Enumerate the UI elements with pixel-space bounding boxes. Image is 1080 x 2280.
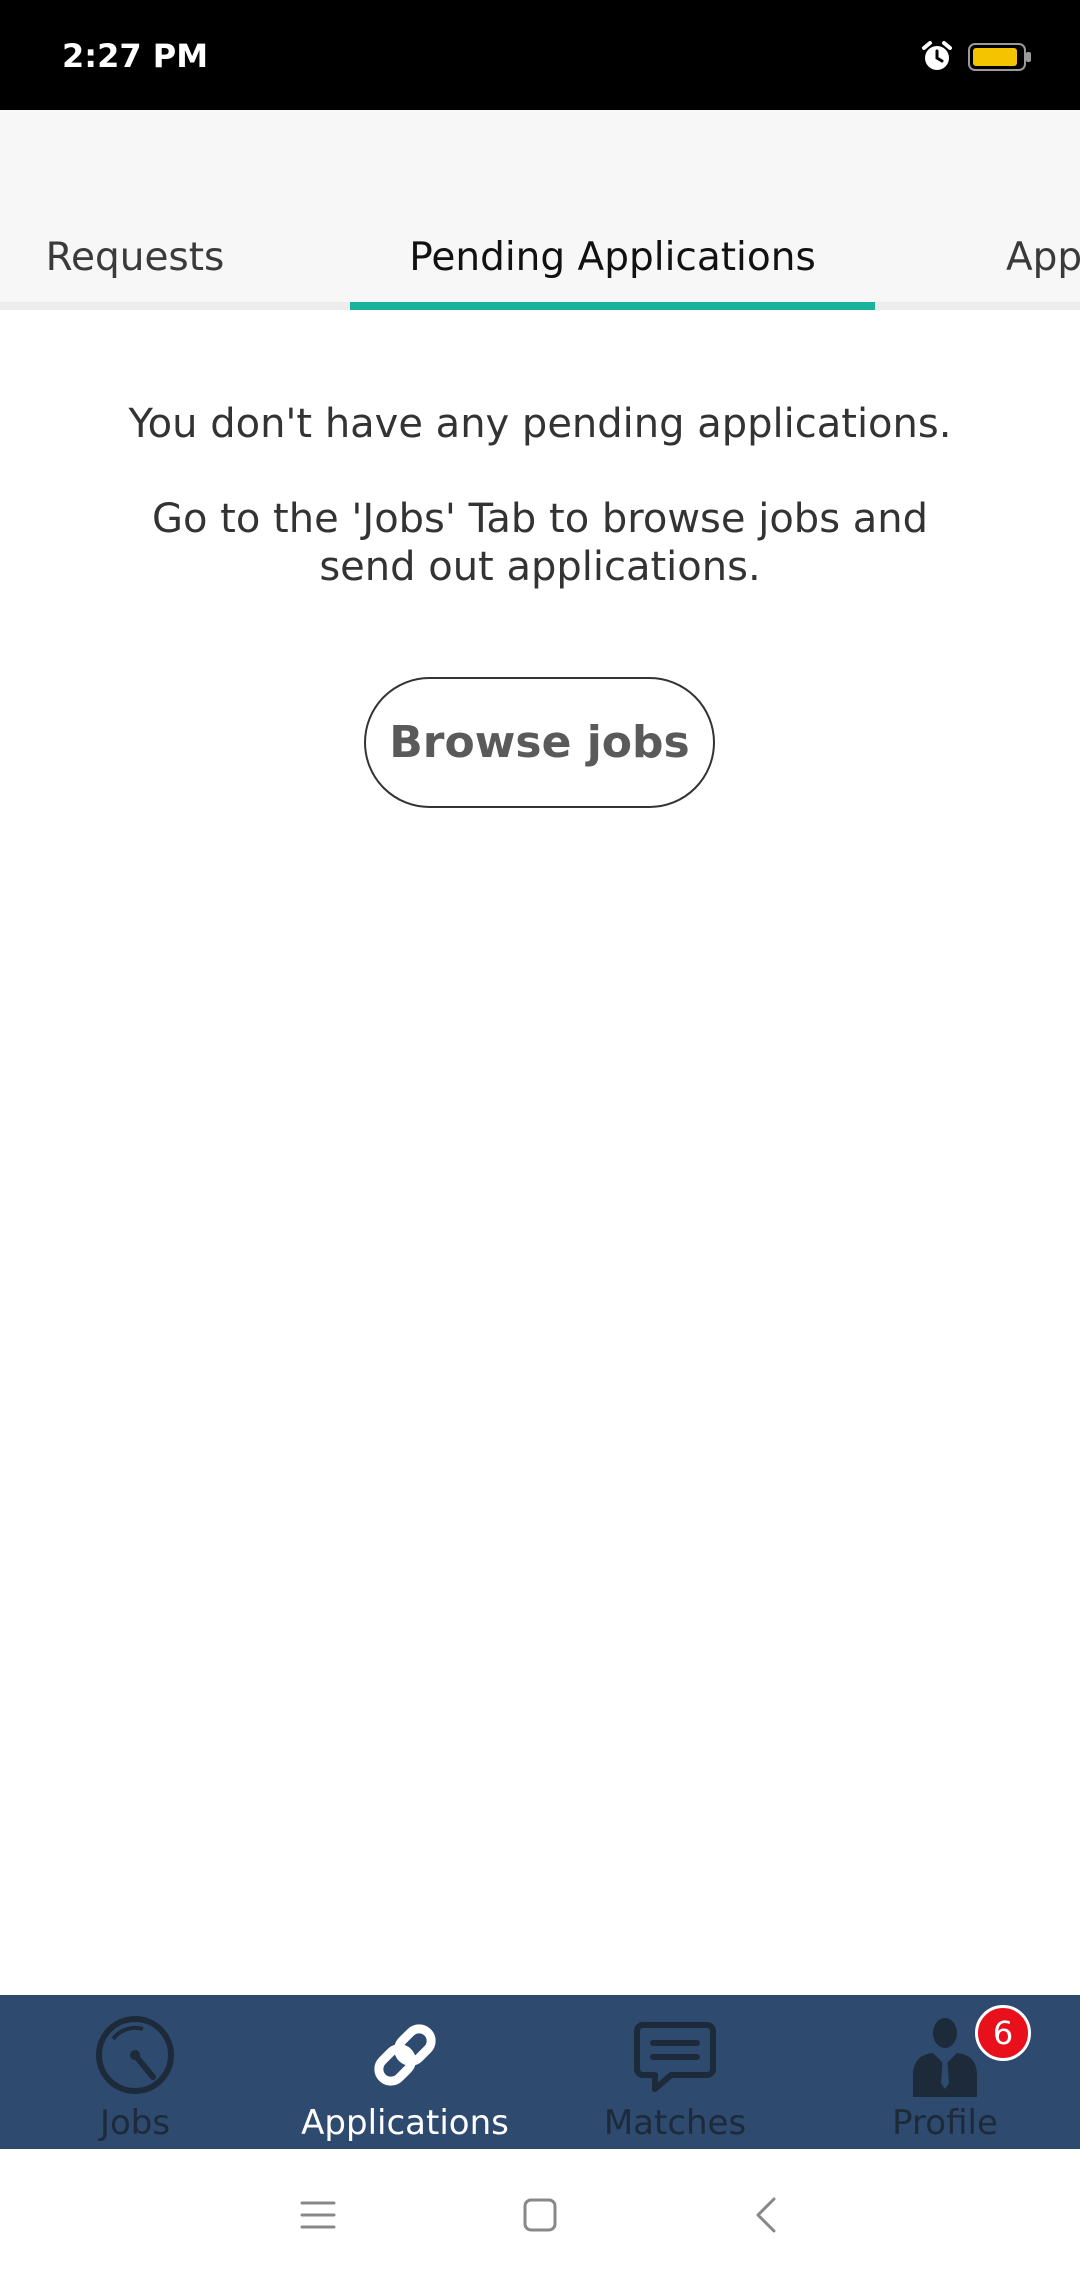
tab-requests[interactable]: Requests [0, 222, 270, 302]
nav-item-matches[interactable]: Matches [540, 1995, 810, 2149]
bottom-nav: Jobs Applications Matches Profile [0, 1995, 1080, 2149]
menu-icon[interactable] [294, 2191, 342, 2239]
battery-icon [968, 43, 1031, 71]
status-bar: 2:27 PM [0, 0, 1080, 110]
tab-bar: Requests Pending Applications Appl [0, 222, 1080, 310]
nav-item-applications[interactable]: Applications [270, 1995, 540, 2149]
tab-pending-applications[interactable]: Pending Applications [350, 222, 875, 302]
empty-state-hint: Go to the 'Jobs' Tab to browse jobs and … [151, 496, 928, 590]
browse-jobs-button[interactable]: Browse jobs [364, 677, 715, 808]
status-time: 2:27 PM [62, 37, 209, 75]
notification-badge: 6 [975, 2005, 1031, 2061]
chat-bubble-icon [634, 2022, 716, 2092]
nav-item-profile[interactable]: Profile [810, 1995, 1080, 2149]
alarm-icon [922, 41, 952, 70]
person-icon [913, 2018, 977, 2097]
radar-icon [96, 2016, 174, 2094]
back-icon[interactable] [744, 2191, 792, 2239]
home-icon[interactable] [516, 2191, 564, 2239]
nav-label-matches: Matches [603, 2103, 747, 2143]
system-nav-bar [0, 2149, 1080, 2280]
tab-applied[interactable]: Appl [1006, 222, 1080, 302]
nav-label-jobs: Jobs [99, 2103, 171, 2143]
link-icon [374, 2024, 436, 2086]
nav-label-applications: Applications [301, 2103, 509, 2143]
nav-label-profile: Profile [892, 2103, 998, 2143]
empty-state-message: You don't have any pending applications. [128, 401, 952, 447]
nav-item-jobs[interactable]: Jobs [0, 1995, 270, 2149]
active-tab-indicator [350, 302, 875, 310]
